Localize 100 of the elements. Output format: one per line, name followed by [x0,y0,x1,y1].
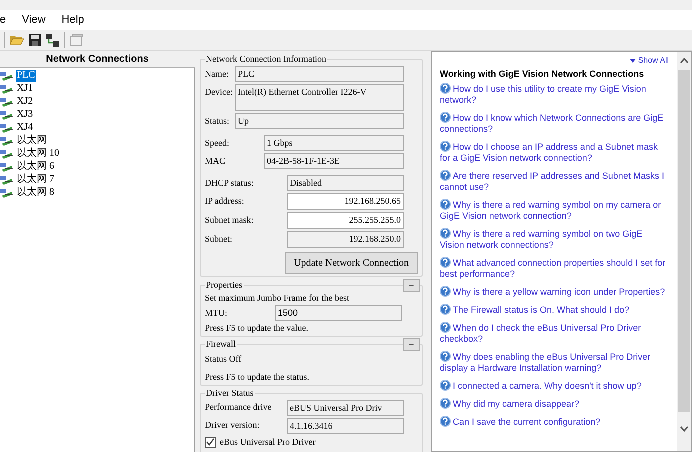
field-label: Status: [205,115,231,128]
update-button[interactable]: Update Network Connection [285,252,418,274]
scrollbar-thumb[interactable] [678,70,690,412]
help-icon [440,286,451,297]
field-label: Name: [205,68,230,81]
checkmark-icon [206,438,215,446]
readonly-field: PLC [235,66,404,82]
menu-item[interactable]: e [0,12,6,28]
help-link[interactable]: How do I know which Network Connections are GigE connections? [440,112,669,135]
readonly-field: Disabled [287,175,404,191]
tree-item[interactable]: XJ3 [16,108,34,120]
tree-item[interactable]: XJ2 [16,96,34,108]
field-label: Speed: [205,137,230,150]
help-link[interactable]: How do I choose an IP address and a Subnet mask for a GigE Vision network connection? [440,141,669,164]
tree-item[interactable]: 以太网 10 [16,148,60,160]
network-adapter-icon [0,96,14,106]
help-icon [440,351,451,362]
checkbox[interactable]: eBus Universal Pro Driver [205,436,418,448]
field-label: Performance drive [205,401,273,414]
help-link[interactable]: Why does enabling the eBus Universal Pro Driver display a Hardware Installation warning? [440,351,669,374]
help-link[interactable]: Can I save the current configuration? [440,416,669,428]
network-adapter-icon [0,162,14,172]
readonly-field: eBUS Universal Pro Driv [287,400,404,416]
show-all-link[interactable]: Show All [638,56,669,66]
tree-item[interactable]: 以太网 7 [16,174,56,186]
tree-item[interactable]: XJ4 [16,122,34,134]
status-text: Status Off [205,353,243,365]
group-title: Driver Status [205,387,255,399]
network-adapter-icon [0,84,14,94]
help-link[interactable]: What advanced connection properties should I set for best performance? [440,257,669,280]
tree-item[interactable]: 以太网 6 [16,160,56,172]
help-icon [440,304,451,315]
group-title: Network Connection Information [205,53,328,65]
scroll-up-icon[interactable] [680,58,688,64]
help-icon [440,228,451,239]
readonly-field: 192.168.250.0 [287,231,404,248]
network-icon[interactable] [46,34,59,46]
input-field[interactable]: 1500 [275,305,402,321]
tree-item[interactable]: XJ1 [16,82,34,94]
note-text: Press F5 to update the value. [205,322,310,334]
tree-item[interactable]: 以太网 [16,134,48,146]
description-text: Set maximum Jumbo Frame for the best [205,292,350,304]
save-icon[interactable] [29,34,41,46]
checkbox-label: eBus Universal Pro Driver [220,436,316,448]
help-link[interactable]: Why is there a red warning symbol on my camera or GigE Vision network connection? [440,199,669,222]
help-icon [440,170,451,181]
field-label: DHCP status: [205,177,255,190]
help-icon [440,322,451,333]
network-adapter-icon [0,136,14,146]
help-icon [440,380,451,391]
readonly-field: Intel(R) Ethernet Controller I226-V [235,84,404,111]
group-title: Firewall [205,338,237,350]
field-label: MAC [205,155,227,168]
help-icon [440,83,451,94]
open-folder-icon[interactable] [10,34,24,46]
input-field[interactable]: 255.255.255.0 [287,212,404,229]
input-field[interactable]: 192.168.250.65 [287,193,404,210]
network-adapter-icon [0,110,14,120]
help-icon [440,112,451,123]
network-adapter-icon [0,188,14,198]
tree-item[interactable]: 以太网 8 [16,186,56,198]
network-adapter-icon [0,148,14,158]
field-label: MTU: [205,307,228,319]
readonly-field: 1 Gbps [264,135,404,151]
help-link[interactable]: Are there reserved IP addresses and Subnet Masks I cannot use? [440,170,669,193]
field-label: Subnet mask: [205,214,255,227]
field-label: Subnet: [205,233,234,246]
help-icon [440,141,451,152]
scrollbar[interactable] [677,52,691,451]
network-adapter-icon [0,70,14,80]
help-icon [440,257,451,268]
help-icon [440,416,451,427]
network-adapter-icon [0,122,14,132]
caret-icon [630,59,636,63]
help-link[interactable]: I connected a camera. Why doesn't it show up? [440,380,669,392]
help-link[interactable]: When do I check the eBus Universal Pro Driver checkbox? [440,322,669,345]
help-link[interactable]: Why is there a yellow warning icon under Properties? [440,286,669,298]
readonly-field: 4.1.16.3416 [287,418,404,434]
tree-item[interactable]: PLC [16,70,36,82]
help-link[interactable]: Why is there a red warning symbol on two GigE Vision network connections? [440,228,669,251]
note-text: Press F5 to update the status. [205,371,310,383]
help-icon [440,398,451,409]
field-label: IP address: [205,195,246,208]
collapse-button[interactable]: – [403,338,420,351]
collapse-button[interactable]: – [403,279,420,292]
field-label: Device: [205,86,234,99]
help-title: Working with GigE Vision Network Connections [440,68,646,80]
group-title: Properties [205,279,244,291]
menu-item[interactable]: Help [62,12,84,28]
menu-item[interactable]: View [22,12,46,28]
help-link[interactable]: The Firewall status is On. What should I do? [440,304,669,316]
help-link[interactable]: How do I use this utility to create my GigE Vision network? [440,83,669,106]
help-link[interactable]: Why did my camera disappear? [440,398,669,410]
field-label: Driver version: [205,419,261,432]
readonly-field: Up [235,113,404,129]
readonly-field: 04-2B-58-1F-1E-3E [264,153,404,169]
checkbox-box[interactable] [205,436,216,448]
help-icon [440,199,451,210]
network-adapter-icon [0,174,14,184]
scroll-down-icon[interactable] [680,426,688,432]
